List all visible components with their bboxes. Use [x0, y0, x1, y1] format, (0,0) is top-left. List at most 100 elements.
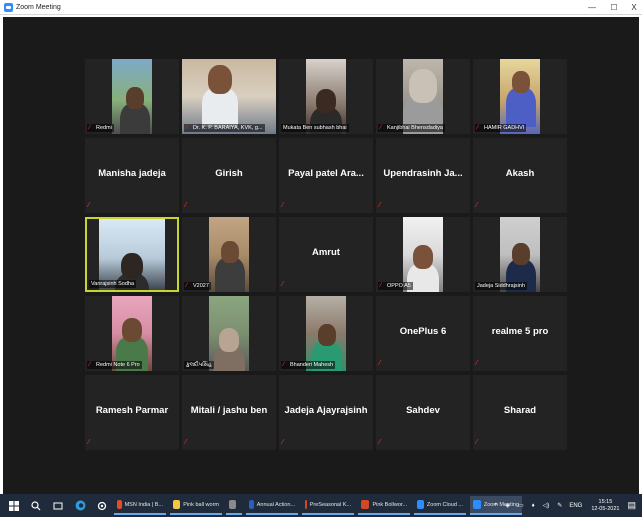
- participant-video: [112, 59, 152, 134]
- participant-video: [306, 296, 346, 371]
- participant-name: Akash: [505, 168, 535, 179]
- taskbar-app-button[interactable]: [226, 496, 242, 515]
- participant-video: [209, 217, 249, 292]
- participant-tile[interactable]: Akash ⁄: [473, 138, 567, 213]
- participant-tile[interactable]: Sharad ⁄: [473, 375, 567, 450]
- microphone-icon[interactable]: ♦: [532, 503, 535, 509]
- title-bar: Zoom Meeting — ☐ X: [0, 0, 642, 15]
- close-button[interactable]: X: [624, 0, 642, 15]
- meeting-stage: ⁄ Redmi ⁄ Dr. K. P. BARAIYA, KVK, g... Mukat…: [3, 17, 639, 494]
- muted-mic-icon: ⁄: [89, 124, 91, 131]
- participant-tile[interactable]: Mitali / jashu ben ⁄: [182, 375, 276, 450]
- battery-icon[interactable]: ▭: [518, 502, 524, 509]
- search-icon[interactable]: [28, 498, 44, 514]
- app-icon: [473, 500, 481, 509]
- participant-tile[interactable]: ⁄ Dr. K. P. BARAIYA, KVK, g...: [182, 59, 276, 134]
- participant-tile[interactable]: Jadeja Siddhrajsinh: [473, 217, 567, 292]
- maximize-button[interactable]: ☐: [604, 0, 624, 15]
- participant-tile[interactable]: Mukata Ben subhash bhai: [279, 59, 373, 134]
- notifications-icon[interactable]: ▤: [627, 500, 636, 511]
- participant-tile[interactable]: ⁄ Kanjibhai Bhensdadiya: [376, 59, 470, 134]
- taskbar-app-label: Annual Action...: [256, 501, 295, 508]
- app-icon: [229, 500, 236, 509]
- volume-icon[interactable]: ◁): [543, 502, 550, 509]
- pen-icon[interactable]: ✎: [557, 502, 562, 509]
- language-indicator[interactable]: ENG: [569, 503, 582, 509]
- participant-head: [413, 245, 433, 269]
- taskbar-app-button[interactable]: Annual Action...: [246, 496, 298, 515]
- participant-head: [121, 253, 143, 280]
- clock-date: 12-05-2021: [591, 505, 620, 512]
- participant-name: Mitali / jashu ben: [190, 405, 268, 416]
- taskbar-app-button[interactable]: Zoom Cloud ...: [414, 496, 466, 515]
- participant-name: Ramesh Parmar: [95, 405, 169, 416]
- taskbar-apps: MSN India | B... Pink ball worm Annual Act…: [110, 496, 522, 515]
- app-icon: [249, 500, 254, 509]
- participant-tile[interactable]: ⁄ Redmi Note 6 Pro: [85, 296, 179, 371]
- taskbar-app-button[interactable]: Pink ball worm: [170, 496, 222, 515]
- participant-tile[interactable]: ⁄ HAMIR GADHVI: [473, 59, 567, 134]
- participant-tile[interactable]: કુલદીપસિંહ: [182, 296, 276, 371]
- task-view-icon[interactable]: [50, 498, 66, 514]
- participant-tile[interactable]: Sahdev ⁄: [376, 375, 470, 450]
- participant-name: Amrut: [312, 247, 340, 258]
- taskbar-app-label: Pink Bollwor...: [372, 501, 407, 508]
- muted-mic-icon: ⁄: [380, 282, 382, 289]
- participant-name: કુલદીપસિંહ: [186, 362, 212, 368]
- participant-head: [512, 71, 530, 93]
- participant-name: Sahdev: [406, 405, 440, 416]
- participant-tile[interactable]: ⁄ Bhanderi Mahesh: [279, 296, 373, 371]
- participant-tile[interactable]: Ramesh Parmar ⁄: [85, 375, 179, 450]
- taskbar-app-button[interactable]: MSN India | B...: [114, 496, 166, 515]
- muted-mic-icon: ⁄: [186, 124, 188, 131]
- muted-mic-icon: ⁄: [476, 360, 478, 367]
- taskbar-app-label: Zoom Cloud ...: [426, 501, 463, 508]
- minimize-button[interactable]: —: [582, 0, 602, 15]
- participant-tile[interactable]: Vanrajsinh Sodha: [85, 217, 179, 292]
- app-icon: [305, 500, 307, 509]
- app-icon: [117, 500, 122, 509]
- participant-name-label: ⁄ V2027: [184, 282, 211, 290]
- participant-name: Jadeja Ajayrajsinh: [284, 405, 368, 416]
- participant-tile[interactable]: Amrut ⁄: [279, 217, 373, 292]
- settings-gear-icon[interactable]: [94, 498, 110, 514]
- participant-tile[interactable]: realme 5 pro ⁄: [473, 296, 567, 371]
- participant-head: [318, 324, 336, 346]
- muted-mic-icon: ⁄: [379, 360, 381, 367]
- clock[interactable]: 15:15 12-05-2021: [591, 499, 619, 513]
- participant-name: realme 5 pro: [491, 326, 549, 337]
- participant-name: Upendrasinh Ja...: [383, 168, 463, 179]
- participant-name-label: ⁄ Redmi: [87, 124, 114, 132]
- system-tray: ^ ◈ ▭ ♦ ◁) ✎ ENG 15:15 12-05-2021 ▤: [490, 494, 642, 517]
- taskbar-app-label: Pink ball worm: [183, 501, 219, 508]
- participant-tile[interactable]: Upendrasinh Ja... ⁄: [376, 138, 470, 213]
- participant-name: Jadeja Siddhrajsinh: [477, 283, 526, 289]
- app-icon: [173, 500, 181, 509]
- muted-mic-icon: ⁄: [476, 202, 478, 209]
- participant-tile[interactable]: OnePlus 6 ⁄: [376, 296, 470, 371]
- windows-start-icon[interactable]: [6, 498, 22, 514]
- participant-head: [316, 89, 336, 113]
- muted-mic-icon: ⁄: [282, 281, 284, 288]
- participant-video: [500, 59, 540, 134]
- participant-tile[interactable]: Jadeja Ajayrajsinh ⁄: [279, 375, 373, 450]
- participant-tile[interactable]: ⁄ V2027: [182, 217, 276, 292]
- participant-tile[interactable]: ⁄ Redmi: [85, 59, 179, 134]
- participant-video: [112, 296, 152, 371]
- muted-mic-icon: ⁄: [89, 361, 91, 368]
- participant-body: [506, 87, 536, 127]
- participant-video: [403, 217, 443, 292]
- network-icon[interactable]: ◈: [505, 502, 510, 509]
- edge-browser-icon[interactable]: [72, 498, 88, 514]
- participant-name-label: Jadeja Siddhrajsinh: [475, 282, 528, 290]
- taskbar-app-button[interactable]: PreSeasonal K...: [302, 496, 354, 515]
- participant-tile[interactable]: Girish ⁄: [182, 138, 276, 213]
- taskbar-app-button[interactable]: Pink Bollwor...: [358, 496, 410, 515]
- muted-mic-icon: ⁄: [283, 361, 285, 368]
- chevron-up-icon[interactable]: ^: [494, 503, 497, 509]
- muted-mic-icon: ⁄: [88, 202, 90, 209]
- participant-tile[interactable]: Payal patel Ara... ⁄: [279, 138, 373, 213]
- participant-tile[interactable]: Manisha jadeja ⁄: [85, 138, 179, 213]
- participant-tile[interactable]: ⁄ OPPO A5: [376, 217, 470, 292]
- clock-time: 15:15: [598, 498, 613, 505]
